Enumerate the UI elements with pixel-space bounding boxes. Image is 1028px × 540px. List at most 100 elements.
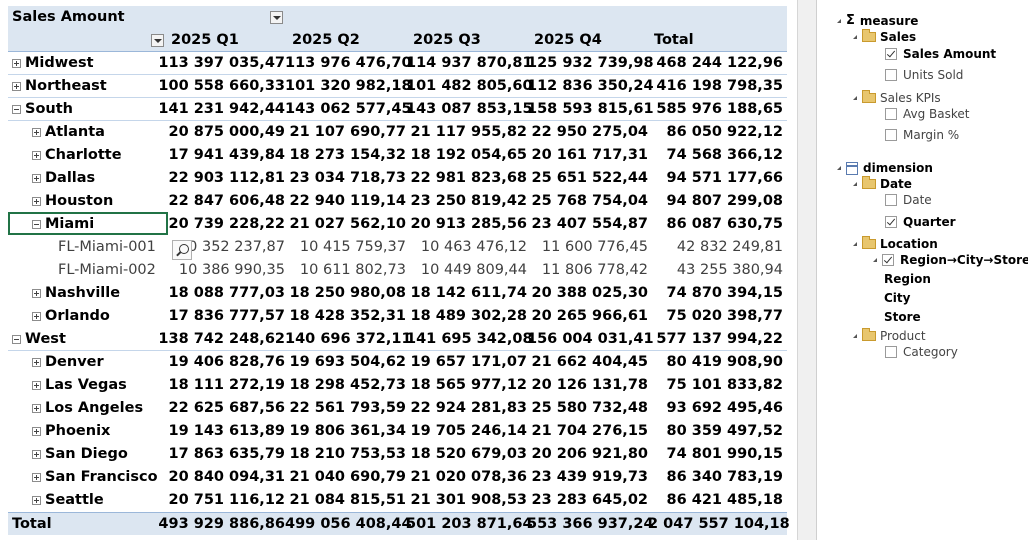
row-header-cell[interactable]: Nashville xyxy=(32,282,120,305)
value-cell-total[interactable]: 75 101 833,82 xyxy=(648,374,784,397)
value-cell-q2[interactable]: 21 027 562,10 xyxy=(285,213,407,236)
expand-icon[interactable] xyxy=(32,473,41,482)
value-cell-q4[interactable]: 23 439 919,73 xyxy=(527,466,649,489)
value-cell-q2[interactable]: 22 940 119,14 xyxy=(285,190,407,213)
value-cell-q1[interactable]: 20 875 000,49 xyxy=(128,121,286,144)
value-cell-q4[interactable]: 20 388 025,30 xyxy=(527,282,649,305)
value-cell-q3[interactable]: 23 250 819,42 xyxy=(406,190,528,213)
row-header-cell[interactable]: Las Vegas xyxy=(32,374,127,397)
value-cell-q2[interactable]: 23 034 718,73 xyxy=(285,167,407,190)
value-cell-q3[interactable]: 114 937 870,81 xyxy=(406,52,533,75)
row-header-cell[interactable]: Phoenix xyxy=(32,420,110,443)
value-cell-q2[interactable]: 19 806 361,34 xyxy=(285,420,407,443)
value-cell-q3[interactable]: 20 913 285,56 xyxy=(406,213,528,236)
row-header-cell[interactable]: Orlando xyxy=(32,305,110,328)
field-sales-amount[interactable]: Sales Amount xyxy=(885,45,996,63)
row-header-cell[interactable]: Dallas xyxy=(32,167,95,190)
value-cell-q2[interactable]: 21 084 815,51 xyxy=(285,489,407,512)
row-filter-dropdown-icon[interactable] xyxy=(151,34,164,47)
row-header-cell[interactable]: Los Angeles xyxy=(32,397,143,420)
value-cell-q4[interactable]: 21 662 404,45 xyxy=(527,351,649,374)
value-cell-q4[interactable]: 11 600 776,45 xyxy=(527,236,648,259)
value-cell-q2[interactable]: 21 107 690,77 xyxy=(285,121,407,144)
collapse-icon[interactable] xyxy=(12,335,21,344)
category-checkbox[interactable] xyxy=(885,346,897,358)
value-cell-total[interactable]: 74 801 990,15 xyxy=(648,443,784,466)
field-units-sold[interactable]: Units Sold xyxy=(885,66,963,84)
expand-icon[interactable] xyxy=(32,381,41,390)
vertical-scrollbar[interactable] xyxy=(797,0,817,540)
expand-icon[interactable] xyxy=(32,404,41,413)
value-cell-q2[interactable]: 113 976 476,70 xyxy=(285,52,412,75)
column-header-q4[interactable]: 2025 Q4 xyxy=(534,29,602,52)
value-cell-total[interactable]: 86 421 485,18 xyxy=(648,489,784,512)
value-cell-total[interactable]: 43 255 380,94 xyxy=(648,259,783,282)
value-cell-q4[interactable]: 20 206 921,80 xyxy=(527,443,649,466)
value-cell-q3[interactable]: 22 924 281,83 xyxy=(406,397,528,420)
value-cell-q4[interactable]: 11 806 778,42 xyxy=(527,259,648,282)
value-cell-q4[interactable]: 23 407 554,87 xyxy=(527,213,649,236)
value-cell-q1[interactable]: 20 840 094,31 xyxy=(128,466,286,489)
collapse-triangle-icon[interactable] xyxy=(853,334,857,338)
value-cell-total[interactable]: 86 087 630,75 xyxy=(648,213,784,236)
avg-basket-checkbox[interactable] xyxy=(885,108,897,120)
value-cell-total[interactable]: 74 568 366,12 xyxy=(648,144,784,167)
expand-icon[interactable] xyxy=(32,174,41,183)
expand-icon[interactable] xyxy=(32,289,41,298)
level-region[interactable]: Region xyxy=(884,270,931,288)
value-cell-q4[interactable]: 20 265 966,61 xyxy=(527,305,649,328)
value-cell-q3[interactable]: 141 695 342,08 xyxy=(406,328,533,351)
collapse-triangle-icon[interactable] xyxy=(853,242,857,246)
value-cell-q4[interactable]: 20 161 717,31 xyxy=(527,144,649,167)
value-cell-q4[interactable]: 25 651 522,44 xyxy=(527,167,649,190)
value-cell-total[interactable]: 80 359 497,52 xyxy=(648,420,784,443)
value-cell-q3[interactable]: 143 087 853,15 xyxy=(406,98,533,121)
value-cell-q1[interactable]: 19 143 613,89 xyxy=(128,420,286,443)
expand-icon[interactable] xyxy=(12,59,21,68)
value-cell-q1[interactable]: 17 941 439,84 xyxy=(128,144,286,167)
row-header-cell[interactable]: Midwest xyxy=(12,52,94,75)
value-cell-total[interactable]: 577 137 994,22 xyxy=(648,328,783,351)
value-cell-q4[interactable]: 22 950 275,04 xyxy=(527,121,649,144)
expand-icon[interactable] xyxy=(32,151,41,160)
row-header-cell[interactable]: San Diego xyxy=(32,443,128,466)
value-cell-q1[interactable]: 22 625 687,56 xyxy=(128,397,286,420)
value-cell-q3[interactable]: 18 142 611,74 xyxy=(406,282,528,305)
value-cell-q3[interactable]: 19 657 171,07 xyxy=(406,351,528,374)
level-city[interactable]: City xyxy=(884,289,910,307)
value-cell-q3[interactable]: 21 301 908,53 xyxy=(406,489,528,512)
value-cell-q3[interactable]: 18 192 054,65 xyxy=(406,144,528,167)
value-cell-q1[interactable]: 22 847 606,48 xyxy=(128,190,286,213)
value-cell-q1[interactable]: 17 863 635,79 xyxy=(128,443,286,466)
value-cell-q2[interactable]: 18 210 753,53 xyxy=(285,443,407,466)
hierarchy-checkbox[interactable] xyxy=(882,254,894,266)
expand-icon[interactable] xyxy=(32,197,41,206)
expand-icon[interactable] xyxy=(32,427,41,436)
magnifier-icon[interactable] xyxy=(172,240,192,260)
row-header-cell[interactable]: Denver xyxy=(32,351,104,374)
field-location-hierarchy[interactable]: Region→City→Store xyxy=(873,251,1028,269)
collapse-triangle-icon[interactable] xyxy=(873,258,877,262)
value-cell-q1[interactable]: 18 088 777,03 xyxy=(128,282,286,305)
row-header-cell[interactable]: South xyxy=(12,98,73,121)
units-sold-checkbox[interactable] xyxy=(885,69,897,81)
collapse-triangle-icon[interactable] xyxy=(837,166,841,170)
value-cell-q2[interactable]: 101 320 982,18 xyxy=(285,75,412,98)
column-header-q1[interactable]: 2025 Q1 xyxy=(171,29,239,52)
value-cell-total[interactable]: 42 832 249,81 xyxy=(648,236,783,259)
collapse-icon[interactable] xyxy=(12,105,21,114)
value-cell-q1[interactable]: 18 111 272,19 xyxy=(128,374,286,397)
value-cell-q2[interactable]: 10 415 759,37 xyxy=(285,236,406,259)
value-cell-q3[interactable]: 101 482 805,60 xyxy=(406,75,533,98)
value-cell-total[interactable]: 94 807 299,08 xyxy=(648,190,784,213)
value-cell-q1[interactable]: 22 903 112,81 xyxy=(128,167,286,190)
row-header-cell[interactable]: West xyxy=(12,328,66,351)
value-cell-q1[interactable]: 10 386 990,35 xyxy=(128,259,285,282)
expand-icon[interactable] xyxy=(32,312,41,321)
field-avg-basket[interactable]: Avg Basket xyxy=(885,105,970,123)
field-quarter[interactable]: Quarter xyxy=(885,213,956,231)
row-header-cell[interactable]: Miami xyxy=(32,213,94,236)
field-date[interactable]: Date xyxy=(885,191,932,209)
value-cell-q3[interactable]: 18 489 302,28 xyxy=(406,305,528,328)
value-cell-q3[interactable]: 21 020 078,36 xyxy=(406,466,528,489)
